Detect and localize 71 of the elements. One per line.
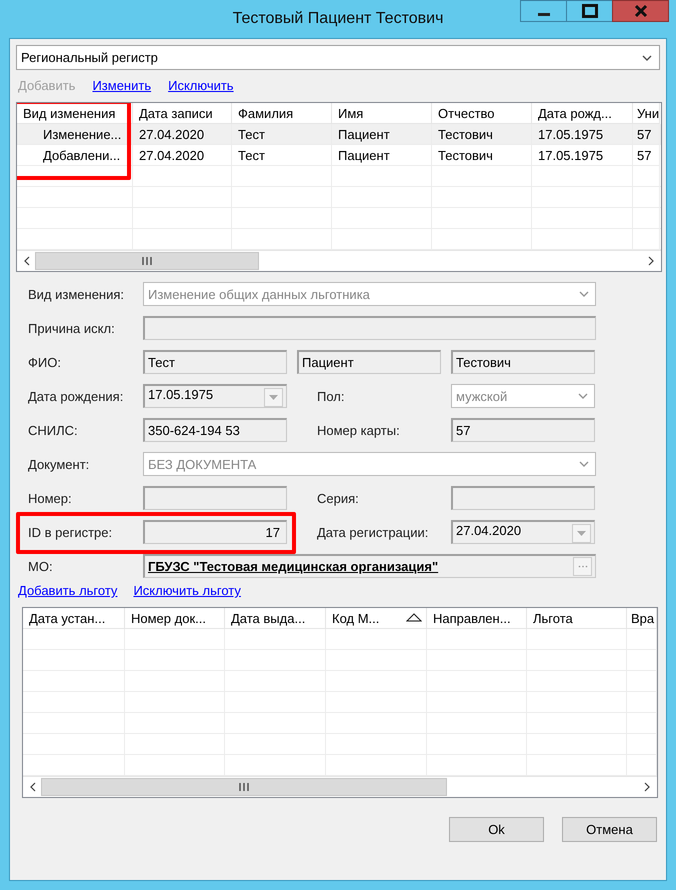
triangle-down-icon — [269, 395, 278, 400]
field-label: Серия: — [317, 490, 360, 506]
grip-icon — [239, 783, 249, 791]
minimize-button[interactable] — [520, 0, 567, 22]
minimize-icon — [538, 12, 550, 16]
field-label: МО: — [28, 558, 54, 574]
input-field[interactable] — [143, 316, 596, 340]
table-cell: Тестович — [438, 127, 493, 142]
field-label: СНИЛС: — [28, 422, 79, 438]
table-row[interactable]: Изменение... 27.04.2020 Тест Пациент Тестович 17.05.1975 57 — [17, 124, 661, 145]
dropdown-button[interactable] — [264, 388, 283, 407]
sort-ascending-icon — [406, 613, 422, 622]
dialog-button[interactable]: Отмена — [562, 817, 657, 842]
field-label: Пол: — [317, 388, 346, 404]
scroll-thumb[interactable] — [35, 252, 259, 270]
table-cell: 57 — [637, 127, 652, 142]
action-link[interactable]: Исключить льготу — [133, 583, 241, 601]
field-label: Номер: — [28, 490, 73, 506]
table-cell: Изменение... — [43, 127, 122, 142]
table-cell: 17.05.1975 — [538, 148, 604, 163]
input-field[interactable] — [143, 486, 287, 510]
field-label: Дата регистрации: — [317, 524, 430, 540]
maximize-icon — [582, 4, 598, 18]
input-field[interactable]: 350-624-194 53 — [143, 418, 287, 442]
input-field[interactable]: ГБУЗС "Тестовая медицинская организация" — [143, 554, 596, 578]
triangle-down-icon — [577, 531, 586, 536]
ellipsis-icon — [578, 565, 588, 568]
dialog-button[interactable]: Ok — [449, 817, 544, 842]
field-label: Номер карты: — [317, 422, 401, 438]
chevron-down-icon — [642, 54, 652, 60]
action-link[interactable]: Изменить — [92, 78, 152, 96]
table-cell: Тест — [238, 148, 265, 163]
browse-button[interactable] — [573, 557, 592, 576]
table-cell: Добавлени... — [43, 148, 120, 163]
scroll-thumb[interactable] — [41, 778, 447, 796]
grip-icon — [142, 257, 152, 265]
input-field[interactable]: 57 — [451, 418, 595, 442]
table-cell: Тестович — [438, 148, 493, 163]
field-label: Причина искл: — [28, 320, 116, 336]
table-cell: 27.04.2020 — [139, 148, 204, 163]
maximize-button[interactable] — [566, 0, 613, 22]
field-label: Документ: — [28, 456, 90, 472]
field-label: Вид изменения: — [28, 286, 126, 302]
input-field[interactable]: 27.04.2020 — [451, 520, 595, 544]
table-cell: Пациент — [338, 148, 390, 163]
table-cell: 27.04.2020 — [139, 127, 204, 142]
table-cell: 17.05.1975 — [538, 127, 604, 142]
action-link[interactable]: Добавить льготу — [18, 583, 118, 601]
horizontal-scrollbar[interactable] — [17, 250, 661, 271]
input-field[interactable]: Тест — [143, 350, 287, 374]
chevron-down-icon — [579, 461, 589, 467]
close-icon — [634, 4, 648, 18]
dropdown-button[interactable] — [572, 524, 591, 543]
input-field[interactable]: Пациент — [297, 350, 441, 374]
horizontal-scrollbar[interactable] — [23, 776, 657, 797]
close-button[interactable] — [612, 0, 669, 22]
window-title: Тестовый Пациент Тестович — [232, 10, 444, 28]
field-label: Дата рождения: — [28, 388, 124, 404]
input-field[interactable]: Тестович — [451, 350, 595, 374]
table-cell: Тест — [238, 127, 265, 142]
input-field[interactable] — [451, 486, 595, 510]
field-label: ФИО: — [28, 354, 62, 370]
chevron-down-icon — [578, 393, 588, 399]
field-label: ID в регистре: — [28, 524, 114, 540]
chevron-down-icon — [579, 291, 589, 297]
table-cell: Пациент — [338, 127, 390, 142]
input-field[interactable]: 17 — [143, 520, 287, 544]
table-cell: 57 — [637, 148, 652, 163]
action-link[interactable]: Исключить — [168, 78, 234, 96]
registry-dropdown[interactable]: Региональный регистр — [16, 45, 660, 70]
input-field[interactable]: 17.05.1975 — [143, 384, 287, 408]
